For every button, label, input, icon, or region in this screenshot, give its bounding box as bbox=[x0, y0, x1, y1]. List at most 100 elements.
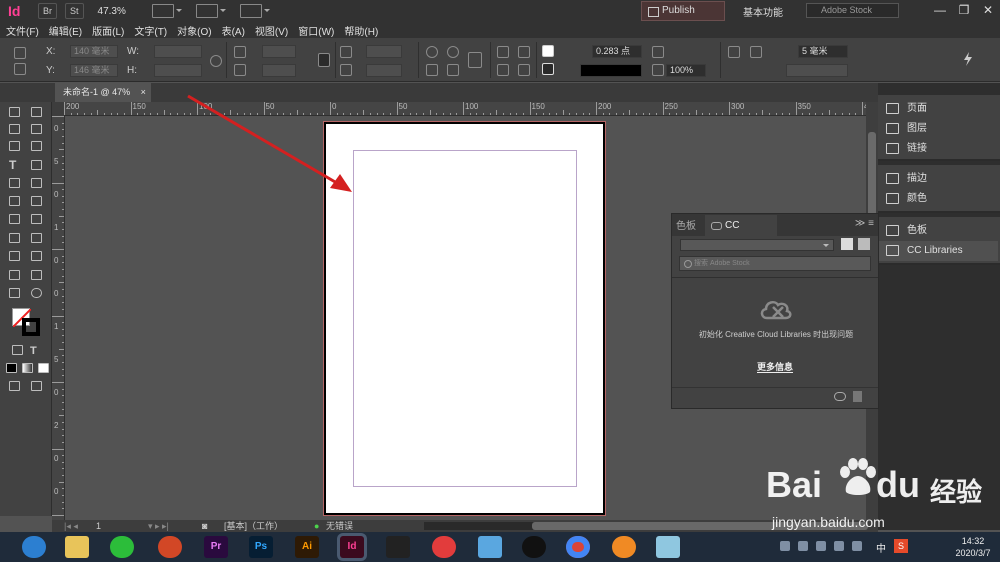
first-page-icon[interactable]: |◂ ◂ bbox=[64, 520, 78, 532]
tray-volume-icon[interactable] bbox=[852, 541, 862, 551]
indesign-taskbar-icon[interactable]: Id bbox=[340, 536, 364, 558]
line-tool-icon[interactable] bbox=[31, 160, 42, 170]
tray-up-icon[interactable] bbox=[816, 541, 826, 551]
path-p-icon[interactable] bbox=[468, 52, 482, 68]
hand-tool-icon[interactable] bbox=[9, 288, 20, 298]
zoom-level[interactable]: 47.3% bbox=[98, 6, 126, 17]
more-info-link[interactable]: 更多信息 bbox=[672, 360, 878, 373]
menu-object[interactable]: 对象(O) bbox=[177, 23, 211, 38]
scale-x-field[interactable] bbox=[262, 45, 296, 58]
content-collector-icon[interactable] bbox=[9, 141, 20, 151]
scissors-tool-icon[interactable] bbox=[9, 233, 20, 243]
apply-gradient-icon[interactable] bbox=[22, 363, 33, 373]
dock-item-stroke[interactable]: 描边 bbox=[878, 169, 998, 189]
tab-swatches[interactable]: 色板 bbox=[676, 217, 696, 232]
dock-item-color[interactable]: 颜色 bbox=[878, 189, 998, 209]
constrain-scale-icon[interactable] bbox=[318, 53, 330, 67]
gradient-swatch-tool-icon[interactable] bbox=[9, 251, 20, 261]
scale-y-field[interactable] bbox=[262, 64, 296, 77]
stroke-type-select[interactable] bbox=[580, 64, 642, 77]
close-button[interactable]: ✕ bbox=[976, 0, 1000, 22]
height-field[interactable] bbox=[154, 64, 202, 77]
flip-vertical-icon[interactable] bbox=[447, 64, 459, 76]
pencil-tool-icon[interactable] bbox=[31, 178, 42, 188]
free-transform-tool-icon[interactable] bbox=[31, 233, 42, 243]
tray-network-icon[interactable] bbox=[834, 541, 844, 551]
dock-item-cc-libraries[interactable]: CC Libraries bbox=[878, 241, 998, 261]
document-tab[interactable]: 未命名-1 @ 47% × bbox=[55, 83, 151, 102]
note-tool-icon[interactable] bbox=[9, 270, 20, 280]
dock-item-swatches[interactable]: 色板 bbox=[878, 221, 998, 241]
rotate-ccw-icon[interactable] bbox=[447, 46, 459, 58]
stock-button[interactable]: St bbox=[65, 3, 84, 19]
stroke-swatch-tool[interactable] bbox=[22, 318, 40, 336]
menu-table[interactable]: 表(A) bbox=[222, 23, 245, 38]
view-options-icon[interactable] bbox=[151, 4, 182, 18]
table-tool-icon[interactable] bbox=[9, 214, 20, 224]
workspace-switcher[interactable]: 基本功能 bbox=[743, 4, 783, 19]
panel-menu-icon[interactable]: ≫ ≡ bbox=[855, 218, 874, 229]
flip-horizontal-icon[interactable] bbox=[426, 64, 438, 76]
selection-tool-icon[interactable] bbox=[9, 107, 20, 117]
eyedropper-tool-icon[interactable] bbox=[31, 270, 42, 280]
next-page-icon[interactable]: ▾ ▸ ▸| bbox=[148, 520, 169, 532]
formatting-container-icon[interactable] bbox=[12, 345, 23, 355]
dock-item-links[interactable]: 链接 bbox=[878, 139, 998, 159]
video-app-icon[interactable] bbox=[386, 536, 410, 558]
select-container-icon[interactable] bbox=[497, 46, 509, 58]
tray-sogou-icon[interactable]: S bbox=[894, 539, 908, 553]
browser-app-icon[interactable] bbox=[22, 536, 46, 558]
reference-point-icon[interactable] bbox=[14, 47, 26, 59]
arrange-documents-icon[interactable] bbox=[239, 4, 270, 18]
text-wrap-icon[interactable] bbox=[728, 46, 740, 58]
pen-tool-icon[interactable] bbox=[9, 178, 20, 188]
file-explorer-icon[interactable] bbox=[65, 536, 89, 558]
minimize-button[interactable]: — bbox=[928, 0, 952, 22]
library-select[interactable] bbox=[680, 239, 834, 251]
menu-type[interactable]: 文字(T) bbox=[134, 23, 167, 38]
adobe-stock-search[interactable]: Adobe Stock bbox=[806, 3, 899, 18]
publish-online-button[interactable]: Publish Online bbox=[641, 1, 725, 34]
chrome-icon[interactable] bbox=[566, 536, 590, 558]
premiere-icon[interactable]: Pr bbox=[204, 536, 228, 558]
app-colorful-icon[interactable] bbox=[432, 536, 456, 558]
page-number-field[interactable]: 1 bbox=[96, 520, 101, 532]
menu-file[interactable]: 文件(F) bbox=[6, 23, 39, 38]
taskbar-clock[interactable]: 14:32 2020/3/7 bbox=[950, 535, 996, 559]
qq-icon[interactable] bbox=[522, 536, 546, 558]
wechat-icon[interactable] bbox=[110, 536, 134, 558]
rotation-field[interactable] bbox=[366, 45, 402, 58]
grid-view-icon[interactable] bbox=[841, 238, 853, 250]
menu-layout[interactable]: 版面(L) bbox=[92, 23, 124, 38]
list-view-icon[interactable] bbox=[858, 238, 870, 250]
wrap-offset-field[interactable]: 5 毫米 bbox=[798, 45, 848, 58]
gap-tool-icon[interactable] bbox=[31, 124, 42, 134]
opacity-field[interactable]: 100% bbox=[666, 64, 706, 77]
document-tab-close[interactable]: × bbox=[141, 87, 146, 97]
fx-effects-icon[interactable] bbox=[652, 46, 664, 58]
shear-field[interactable] bbox=[366, 64, 402, 77]
gradient-feather-tool-icon[interactable] bbox=[31, 251, 42, 261]
x-field[interactable]: 140 毫米 bbox=[70, 45, 118, 58]
lightning-icon[interactable] bbox=[962, 52, 974, 66]
type-tool-icon[interactable]: T bbox=[9, 159, 20, 171]
tray-ime-indicator[interactable]: 中 bbox=[876, 540, 886, 555]
object-style-select[interactable] bbox=[786, 64, 848, 77]
page-tool-icon[interactable] bbox=[9, 124, 20, 134]
select-next-icon[interactable] bbox=[518, 64, 530, 76]
bridge-button[interactable]: Br bbox=[38, 3, 57, 19]
powerpoint-icon[interactable] bbox=[158, 536, 182, 558]
restore-button[interactable]: ❐ bbox=[952, 0, 976, 22]
rectangle-tool-icon[interactable] bbox=[31, 196, 42, 206]
menu-edit[interactable]: 编辑(E) bbox=[49, 23, 82, 38]
dock-item-layers[interactable]: 图层 bbox=[878, 119, 998, 139]
constrain-proportions-icon[interactable] bbox=[210, 55, 222, 67]
screen-mode-tool-icon[interactable] bbox=[31, 381, 42, 391]
menu-help[interactable]: 帮助(H) bbox=[344, 23, 378, 38]
width-field[interactable] bbox=[154, 45, 202, 58]
apply-none-icon[interactable] bbox=[38, 363, 49, 373]
tray-qq-icon[interactable] bbox=[798, 541, 808, 551]
screen-mode-icon[interactable] bbox=[195, 4, 226, 18]
zoom-tool-icon[interactable] bbox=[31, 288, 42, 298]
normal-view-icon[interactable] bbox=[9, 381, 20, 391]
